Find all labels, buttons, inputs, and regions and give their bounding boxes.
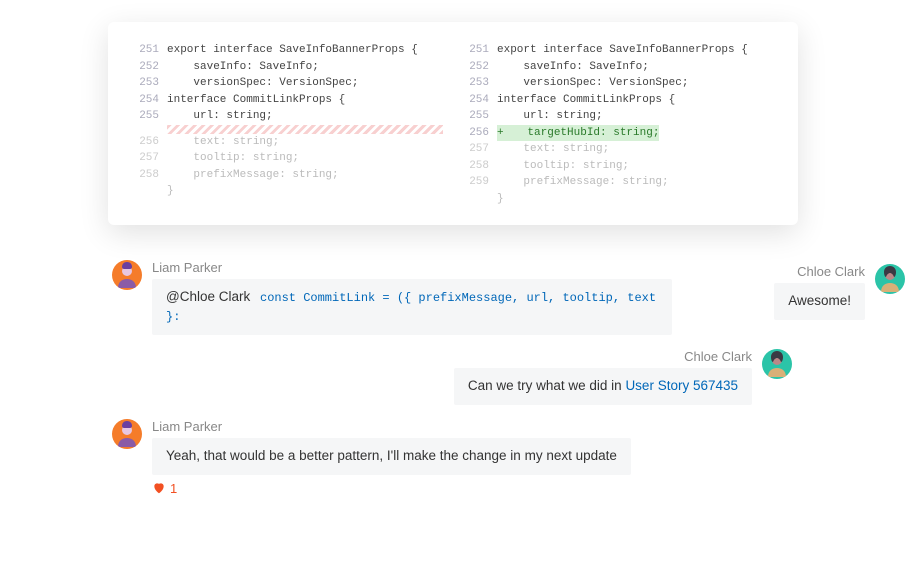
workitem-link[interactable]: User Story 567435 (625, 378, 738, 393)
comment-author: Chloe Clark (684, 349, 752, 364)
code-text: } (497, 191, 504, 208)
comment-bubble: Awesome! (774, 283, 865, 320)
code-line: } (133, 183, 443, 200)
code-text: targetHubId: string; (508, 127, 660, 139)
code-text: prefixMessage: string; (497, 174, 669, 191)
heart-icon (152, 481, 166, 495)
code-line: 258 prefixMessage: string; (133, 167, 443, 184)
avatar (112, 419, 142, 449)
code-line: 256+ targetHubId: string; (463, 125, 773, 142)
code-text: versionSpec: VersionSpec; (497, 75, 688, 92)
code-line: 253 versionSpec: VersionSpec; (463, 75, 773, 92)
code-line: 257 text: string; (463, 141, 773, 158)
code-text: text: string; (497, 141, 609, 158)
code-line: 251export interface SaveInfoBannerProps … (133, 42, 443, 59)
code-line: 254interface CommitLinkProps { (133, 92, 443, 109)
line-number: 252 (133, 59, 167, 76)
diff-gap-indicator (167, 125, 443, 134)
code-text: url: string; (497, 108, 603, 125)
code-line: 254interface CommitLinkProps { (463, 92, 773, 109)
diff-right-pane: 251export interface SaveInfoBannerProps … (453, 42, 773, 207)
line-number: 258 (463, 158, 497, 175)
line-number: 252 (463, 59, 497, 76)
code-text: text: string; (167, 134, 279, 151)
code-text: tooltip: string; (167, 150, 299, 167)
line-number: 257 (463, 141, 497, 158)
code-line: 259 prefixMessage: string; (463, 174, 773, 191)
avatar (762, 349, 792, 379)
comment-bubble: Yeah, that would be a better pattern, I'… (152, 438, 631, 475)
code-text: prefixMessage: string; (167, 167, 339, 184)
line-number (463, 191, 497, 208)
line-number (133, 183, 167, 200)
code-text: export interface SaveInfoBannerProps { (497, 42, 748, 59)
diff-view: 251export interface SaveInfoBannerProps … (108, 22, 798, 225)
comment-item: Liam Parker Yeah, that would be a better… (112, 419, 792, 496)
diff-left-pane: 251export interface SaveInfoBannerProps … (133, 42, 453, 207)
code-line: 252 saveInfo: SaveInfo; (463, 59, 773, 76)
mention[interactable]: @Chloe Clark (166, 289, 250, 304)
code-text: url: string; (167, 108, 273, 125)
code-text: saveInfo: SaveInfo; (497, 59, 649, 76)
reaction-count: 1 (170, 481, 177, 496)
code-line: 252 saveInfo: SaveInfo; (133, 59, 443, 76)
line-number: 251 (463, 42, 497, 59)
line-number: 256 (463, 125, 497, 142)
comment-item: Chloe Clark Can we try what we did in Us… (112, 349, 792, 405)
code-text: tooltip: string; (497, 158, 629, 175)
code-text: saveInfo: SaveInfo; (167, 59, 319, 76)
comment-author: Liam Parker (152, 419, 631, 434)
line-number: 257 (133, 150, 167, 167)
line-number: 258 (133, 167, 167, 184)
line-number: 256 (133, 134, 167, 151)
line-number: 254 (133, 92, 167, 109)
comment-author: Chloe Clark (797, 264, 865, 279)
line-number: 259 (463, 174, 497, 191)
comment-item: Chloe Clark Awesome! (525, 264, 905, 320)
code-line: 255 url: string; (133, 108, 443, 125)
line-number: 255 (463, 108, 497, 125)
code-text: versionSpec: VersionSpec; (167, 75, 358, 92)
comment-bubble: Can we try what we did in User Story 567… (454, 368, 752, 405)
code-text: } (167, 183, 174, 200)
code-line: 251export interface SaveInfoBannerProps … (463, 42, 773, 59)
comment-text: Awesome! (788, 293, 851, 308)
code-line: 257 tooltip: string; (133, 150, 443, 167)
avatar (875, 264, 905, 294)
line-number: 251 (133, 42, 167, 59)
code-text: export interface SaveInfoBannerProps { (167, 42, 418, 59)
comment-text: Can we try what we did in (468, 378, 626, 393)
avatar (112, 260, 142, 290)
code-line: 258 tooltip: string; (463, 158, 773, 175)
reaction-heart[interactable]: 1 (152, 481, 631, 496)
code-text: interface CommitLinkProps { (167, 92, 345, 109)
code-line: 255 url: string; (463, 108, 773, 125)
comment-text: Yeah, that would be a better pattern, I'… (166, 448, 617, 463)
line-number: 253 (133, 75, 167, 92)
line-number: 254 (463, 92, 497, 109)
code-line: 256 text: string; (133, 134, 443, 151)
code-text: interface CommitLinkProps { (497, 92, 675, 109)
code-line: 253 versionSpec: VersionSpec; (133, 75, 443, 92)
line-number: 253 (463, 75, 497, 92)
line-number: 255 (133, 108, 167, 125)
